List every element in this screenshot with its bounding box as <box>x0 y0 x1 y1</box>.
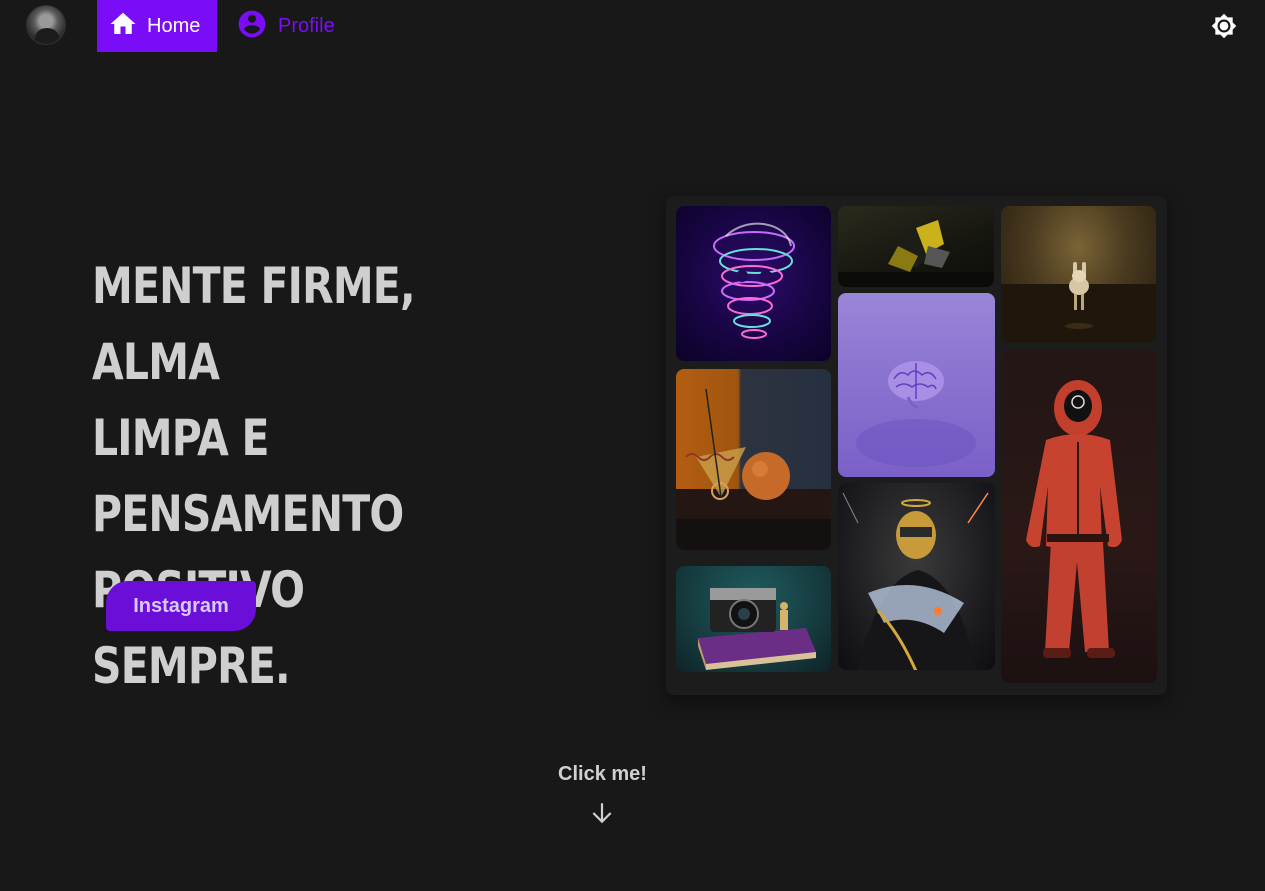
skull-artwork[interactable] <box>676 206 831 361</box>
brightness-icon <box>1211 13 1237 43</box>
hero-title: Mente firme, alma limpa e pensamento pos… <box>92 257 416 695</box>
arrow-down-icon[interactable] <box>589 800 615 826</box>
rabbit-artwork[interactable] <box>1001 206 1156 343</box>
theme-toggle-button[interactable] <box>1211 13 1237 39</box>
home-icon <box>107 9 139 44</box>
nav-home-button[interactable]: Home <box>97 0 217 52</box>
avatar[interactable] <box>26 5 66 45</box>
red-suit-artwork[interactable] <box>1001 350 1157 683</box>
nav-profile-label: Profile <box>278 14 335 37</box>
instagram-button[interactable]: Instagram <box>106 581 256 631</box>
orange-sphere-artwork[interactable] <box>676 369 831 550</box>
brain-artwork[interactable] <box>838 293 995 477</box>
knight-artwork[interactable] <box>838 483 995 670</box>
image-gallery <box>666 196 1167 695</box>
click-me-link[interactable]: Click me! <box>0 763 1205 786</box>
nav-home-label: Home <box>147 14 201 37</box>
dark-shapes-artwork[interactable] <box>838 206 994 287</box>
page: Home Profile Mente firme, alma limpa e p… <box>0 0 1265 891</box>
account-circle-icon <box>236 8 268 45</box>
nav-profile-link[interactable]: Profile <box>236 0 335 52</box>
camera-book-artwork[interactable] <box>676 566 831 672</box>
